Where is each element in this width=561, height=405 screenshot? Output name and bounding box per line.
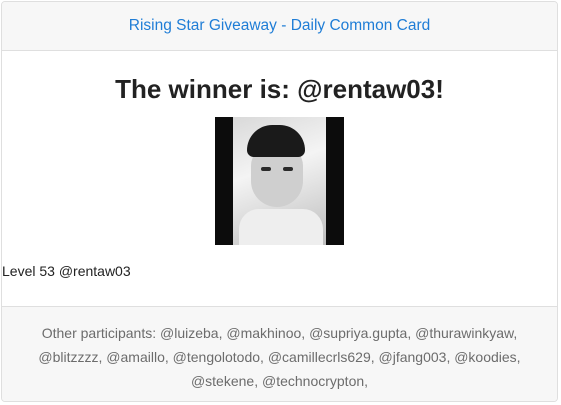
card-footer: Other participants: @luizeba, @makhinoo,… <box>2 306 557 401</box>
winner-level-caption: Level 53 @rentaw03 <box>2 263 131 279</box>
avatar-eye-right <box>283 167 293 171</box>
giveaway-title-link[interactable]: Rising Star Giveaway - Daily Common Card <box>129 17 430 35</box>
giveaway-card: Rising Star Giveaway - Daily Common Card… <box>1 1 558 402</box>
avatar-eye-left <box>261 167 271 171</box>
winner-avatar <box>215 117 344 245</box>
winner-heading: The winner is: @rentaw03! <box>115 74 444 104</box>
card-header: Rising Star Giveaway - Daily Common Card <box>2 2 557 51</box>
avatar-photo <box>233 117 326 245</box>
participants-label: Other participants: <box>41 325 161 341</box>
avatar-hair <box>247 125 305 157</box>
avatar-shirt <box>239 209 323 245</box>
